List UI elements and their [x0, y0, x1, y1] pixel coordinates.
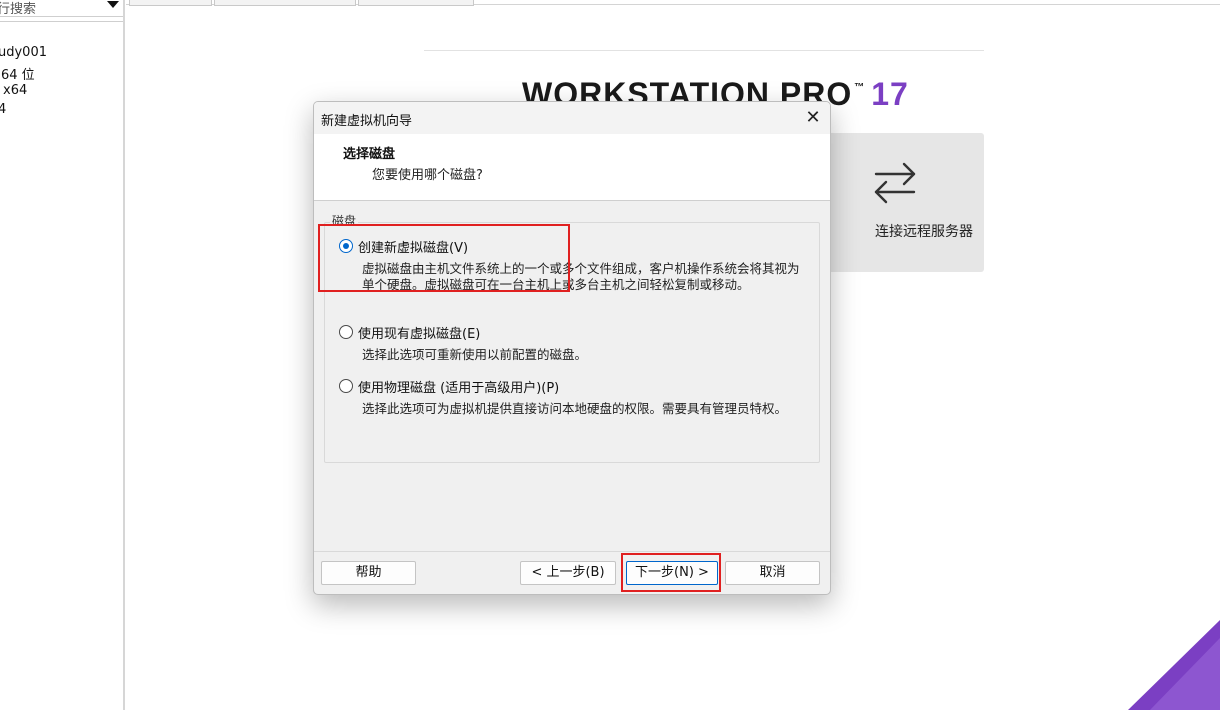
- footer-divider: [314, 551, 830, 552]
- connect-remote-server-label: 连接远程服务器: [875, 224, 973, 240]
- dialog-header: 选择磁盘 您要使用哪个磁盘?: [314, 134, 830, 201]
- vm-os-bits-text: 64 位: [1, 68, 35, 83]
- home-divider: [424, 50, 984, 51]
- step-subtitle: 您要使用哪个磁盘?: [372, 168, 483, 183]
- disk-group: 磁盘 创建新虚拟磁盘(V) 虚拟磁盘由主机文件系统上的一个或多个文件组成，客户机…: [324, 212, 820, 463]
- chevron-down-icon[interactable]: [107, 1, 119, 8]
- radio-create-new-disk[interactable]: [339, 239, 353, 253]
- library-search-box[interactable]: 行搜索: [0, 0, 123, 17]
- vm-name-text[interactable]: udy001: [0, 45, 47, 60]
- option-label[interactable]: 使用现有虚拟磁盘(E): [358, 323, 480, 342]
- connect-remote-server-button[interactable]: 连接远程服务器: [815, 133, 984, 272]
- disk-group-label: 磁盘: [330, 212, 359, 229]
- close-icon[interactable]: ✕: [802, 107, 824, 129]
- dialog-titlebar[interactable]: 新建虚拟机向导 ✕: [314, 102, 830, 134]
- option-description: 虚拟磁盘由主机文件系统上的一个或多个文件组成，客户机操作系统会将其视为单个硬盘。…: [362, 261, 800, 292]
- tab-home[interactable]: [129, 0, 212, 6]
- next-button[interactable]: 下一步(N) >: [626, 561, 718, 585]
- brand-version: 17: [871, 76, 909, 112]
- option-label[interactable]: 创建新虚拟磁盘(V): [358, 237, 468, 256]
- new-vm-wizard-dialog: 新建虚拟机向导 ✕ 选择磁盘 您要使用哪个磁盘? 磁盘 创建新虚拟磁盘(V) 虚…: [313, 101, 831, 595]
- corner-decoration: [1128, 620, 1220, 710]
- library-divider: [0, 21, 123, 22]
- option-description: 选择此选项可为虚拟机提供直接访问本地硬盘的权限。需要具有管理员特权。: [362, 401, 788, 416]
- tab-vm-1[interactable]: [214, 0, 356, 6]
- step-title: 选择磁盘: [343, 147, 396, 162]
- radio-use-physical-disk[interactable]: [339, 379, 353, 393]
- back-button[interactable]: < 上一步(B): [520, 561, 616, 585]
- library-search-input[interactable]: 行搜索: [0, 0, 36, 17]
- tab-vm-2[interactable]: [358, 0, 474, 6]
- cancel-button[interactable]: 取消: [725, 561, 820, 585]
- swap-arrows-icon: [874, 162, 916, 204]
- dialog-title: 新建虚拟机向导: [321, 114, 413, 129]
- radio-use-existing-disk[interactable]: [339, 325, 353, 339]
- brand-trademark: ™: [854, 82, 866, 93]
- library-panel: 行搜索 udy001 64 位 x64 4: [0, 0, 125, 710]
- option-label[interactable]: 使用物理磁盘 (适用于高级用户)(P): [358, 377, 559, 396]
- option-description: 选择此选项可重新使用以前配置的磁盘。: [362, 347, 588, 362]
- vm-info-text: 4: [0, 102, 6, 117]
- help-button[interactable]: 帮助: [321, 561, 416, 585]
- vm-arch-text: x64: [3, 83, 28, 98]
